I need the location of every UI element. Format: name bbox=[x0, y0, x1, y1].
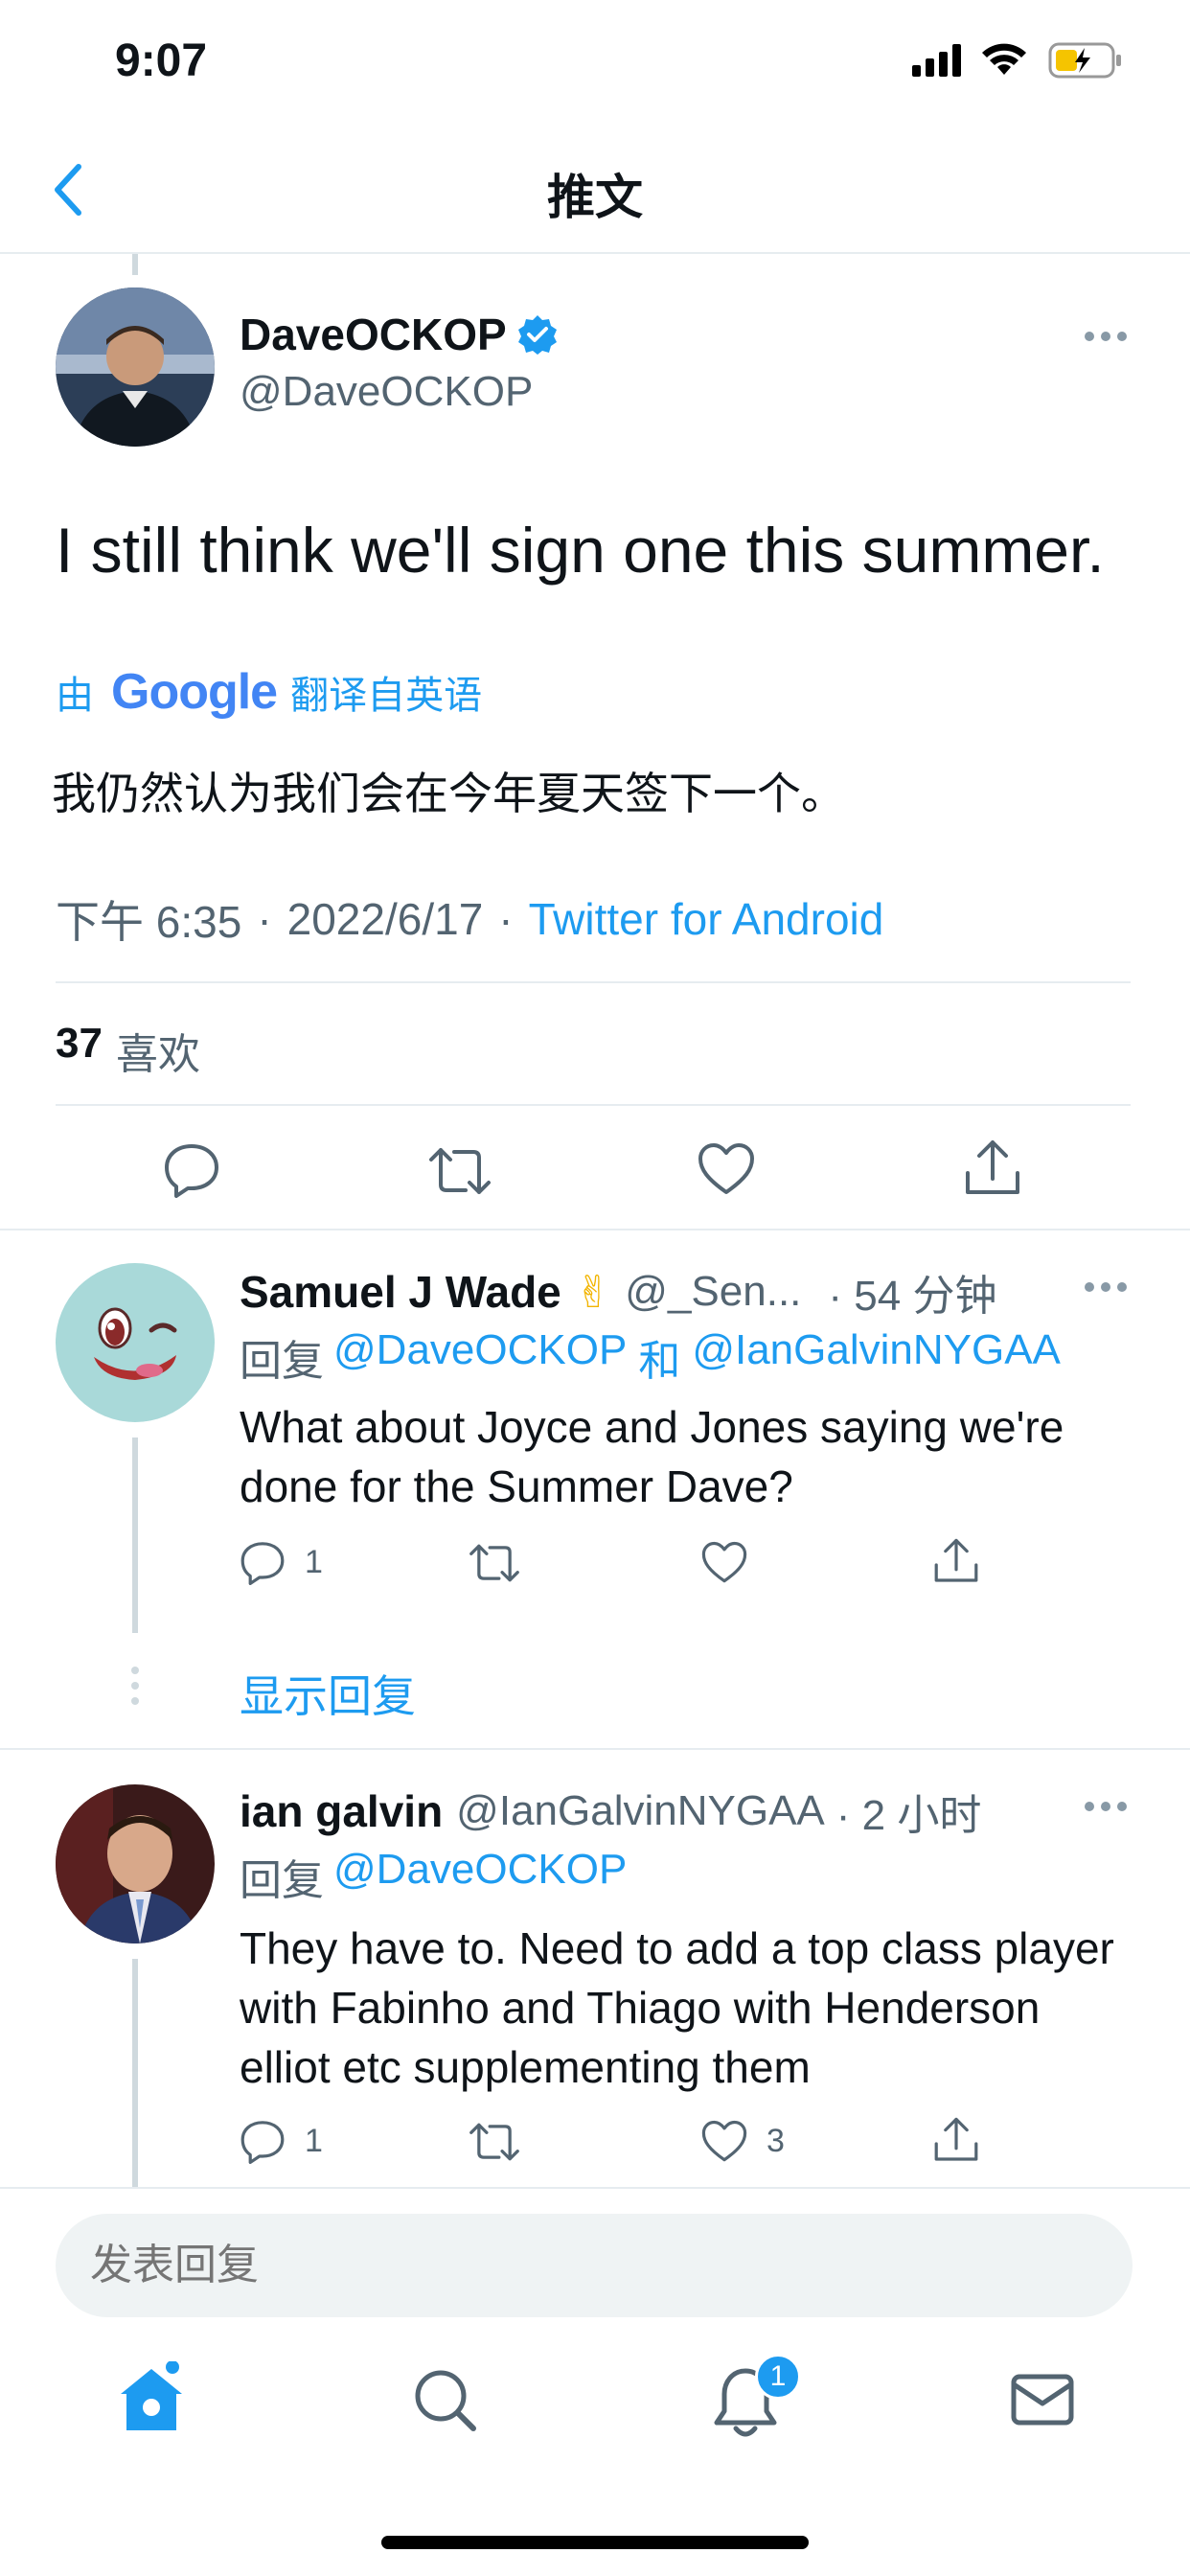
translation-attribution[interactable]: 由 Google 翻译自英语 bbox=[56, 663, 482, 721]
like-heart-icon[interactable] bbox=[698, 1142, 755, 1196]
reply-count: 1 bbox=[305, 1543, 323, 1580]
victory-hand-emoji: ✌ bbox=[574, 1267, 612, 1317]
author-avatar[interactable] bbox=[56, 288, 215, 447]
reply-2-share-action[interactable] bbox=[933, 2116, 979, 2164]
reply-author-handle[interactable]: @_Sen... bbox=[625, 1268, 801, 1316]
reply-2-text: They have to. Need to add a top class pl… bbox=[240, 1923, 1114, 2092]
reply-1-header: Samuel J Wade ✌ @_Sen... · 54 分钟 bbox=[240, 1261, 1140, 1322]
tweet-text: I still think we'll sign one this summer… bbox=[56, 515, 1105, 586]
like-heart-icon bbox=[701, 1541, 747, 1584]
status-bar: 9:07 bbox=[0, 0, 1190, 134]
like-count: 3 bbox=[767, 2123, 785, 2159]
reply-time: · 54 分钟 bbox=[828, 1273, 997, 1320]
compose-bar bbox=[0, 2187, 1190, 2331]
likes-count: 37 bbox=[56, 1020, 103, 1067]
battery-charging-icon bbox=[1048, 42, 1123, 79]
reply-1-text: What about Joyce and Jones saying we're … bbox=[240, 1402, 1064, 1511]
home-indicator bbox=[381, 2536, 809, 2549]
thread-line-top bbox=[132, 254, 138, 275]
reply-author-handle[interactable]: @IanGalvinNYGAA bbox=[456, 1787, 825, 1835]
reply-2-header: ian galvin @IanGalvinNYGAA · 2 小时 bbox=[240, 1781, 1102, 1842]
reply-2-replying-to: 回复 @DaveOCKOP bbox=[240, 1846, 627, 1907]
author-handle[interactable]: @DaveOCKOP bbox=[240, 368, 533, 416]
tweet-time: 下午 6:35 bbox=[56, 897, 242, 947]
wifi-icon bbox=[981, 42, 1027, 77]
likes-summary[interactable]: 37 喜欢 bbox=[56, 1020, 200, 1081]
translation-prefix: 由 bbox=[56, 675, 94, 717]
verified-badge-icon bbox=[516, 313, 559, 356]
reply-avatar[interactable] bbox=[56, 1263, 215, 1422]
more-options-icon[interactable] bbox=[1083, 330, 1129, 343]
reply-1-more-icon[interactable] bbox=[1083, 1280, 1129, 1294]
tweet-source-link[interactable]: Twitter for Android bbox=[529, 893, 884, 945]
thread-line-reply-1 bbox=[132, 1438, 138, 1633]
mention-link[interactable]: @DaveOCKOP bbox=[333, 1846, 627, 1907]
search-tab-icon[interactable] bbox=[410, 2365, 479, 2434]
share-icon[interactable] bbox=[964, 1138, 1021, 1198]
author-name-row[interactable]: DaveOCKOP bbox=[240, 309, 559, 360]
reply-time: · 2 小时 bbox=[835, 1792, 982, 1839]
notifications-badge: 1 bbox=[755, 2354, 801, 2400]
page-title: 推文 bbox=[547, 171, 643, 224]
reply-icon[interactable] bbox=[163, 1140, 220, 1198]
bottom-tab-bar: 1 bbox=[0, 2331, 1190, 2576]
thread-line-reply-2 bbox=[132, 1959, 138, 2189]
reply-1-reply-action[interactable]: 1 bbox=[240, 1539, 323, 1585]
messages-tab-icon[interactable] bbox=[1010, 2373, 1075, 2426]
reply-2-retweet-action[interactable] bbox=[468, 2122, 540, 2162]
nav-header: 推文 bbox=[0, 134, 1190, 253]
status-time: 9:07 bbox=[115, 35, 208, 86]
translation-suffix: 翻译自英语 bbox=[290, 675, 483, 717]
reply-1-retweet-action[interactable] bbox=[468, 1543, 540, 1583]
like-heart-icon bbox=[701, 2120, 747, 2163]
thread-dots-icon bbox=[130, 1666, 140, 1706]
reply-icon bbox=[240, 1539, 286, 1585]
home-tab-icon[interactable] bbox=[113, 2361, 190, 2438]
author-name: DaveOCKOP bbox=[240, 310, 507, 359]
reply-author-name[interactable]: Samuel J Wade bbox=[240, 1266, 561, 1318]
reply-avatar[interactable] bbox=[56, 1784, 215, 1944]
tweet-meta: 下午 6:35 · 2022/6/17 · Twitter for Androi… bbox=[56, 887, 883, 951]
share-icon bbox=[933, 1537, 979, 1585]
reply-2-like-action[interactable]: 3 bbox=[701, 2120, 785, 2163]
reply-count: 1 bbox=[305, 2122, 323, 2159]
google-logo: Google bbox=[111, 664, 278, 720]
reply-icon bbox=[240, 2118, 286, 2164]
retweet-icon bbox=[468, 2122, 521, 2162]
reply-1-share-action[interactable] bbox=[933, 1537, 979, 1585]
reply-compose-input[interactable] bbox=[56, 2214, 1133, 2317]
show-replies-link[interactable]: 显示回复 bbox=[240, 1662, 416, 1725]
retweet-icon[interactable] bbox=[427, 1146, 492, 1196]
mention-link[interactable]: @IanGalvinNYGAA bbox=[692, 1326, 1061, 1388]
reply-1-replying-to: 回复 @DaveOCKOP 和 @IanGalvinNYGAA bbox=[240, 1326, 1061, 1388]
likes-label: 喜欢 bbox=[115, 1031, 200, 1078]
mention-link[interactable]: @DaveOCKOP bbox=[333, 1326, 627, 1388]
tweet-date: 2022/6/17 bbox=[286, 894, 484, 944]
reply-2-reply-action[interactable]: 1 bbox=[240, 2118, 323, 2164]
reply-author-name[interactable]: ian galvin bbox=[240, 1785, 443, 1837]
translated-text: 我仍然认为我们会在今年夏天签下一个。 bbox=[52, 769, 845, 818]
reply-1-like-action[interactable] bbox=[701, 1541, 767, 1584]
reply-2-more-icon[interactable] bbox=[1083, 1800, 1129, 1813]
cellular-signal-icon bbox=[912, 44, 964, 77]
share-icon bbox=[933, 2116, 979, 2164]
retweet-icon bbox=[468, 1543, 521, 1583]
